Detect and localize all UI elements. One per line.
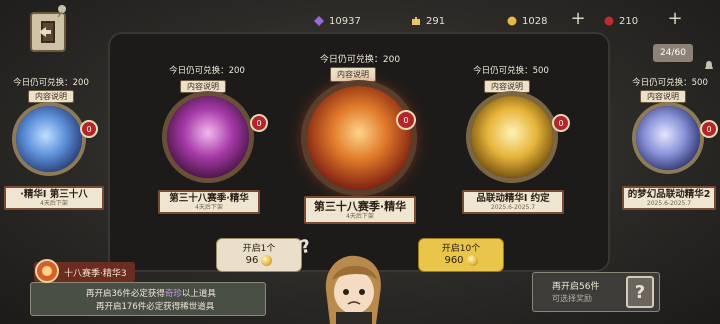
card-ribbon: 品联动精华I 约定 2025.6-2025.7 — [462, 190, 564, 214]
card-quota: 今日仍可兑换：500 — [473, 66, 549, 76]
card-quota: 今日仍可兑换：200 — [169, 66, 245, 76]
resource-puzzle: 291 — [411, 13, 445, 29]
count-badge: 0 — [250, 114, 268, 132]
selectable-reward-label: 可选择奖励 — [552, 294, 592, 303]
resource-purple-gem: 10937 — [314, 13, 361, 29]
essence-medal-image[interactable] — [307, 86, 411, 190]
character-portrait-image[interactable] — [318, 250, 388, 324]
card-ribbon: 第三十八赛季·精华 4天后下架 — [158, 190, 260, 214]
open-one-button[interactable]: 开启1个 96 — [216, 238, 302, 272]
card-title: ·精华I 第三十八 — [20, 188, 88, 200]
card-title: 品联动精华I 约定 — [476, 192, 550, 204]
purple-gem-icon — [314, 16, 324, 26]
bell-icon[interactable] — [703, 60, 715, 72]
guarantee-line-1-suffix: 以上道具 — [181, 289, 216, 299]
gold-coin-icon — [507, 16, 517, 26]
open-one-cost: 96 — [245, 254, 259, 266]
card-ribbon: 第三十八赛季·精华 4天后下架 — [304, 196, 416, 224]
essence-medal-image[interactable] — [16, 106, 82, 172]
resource-value: 10937 — [329, 15, 361, 27]
count-badge: 0 — [700, 120, 718, 138]
add-red-gem-button[interactable]: + — [667, 10, 683, 28]
card-subtitle: 4天后下架 — [195, 203, 223, 211]
card-subtitle: 4天后下架 — [346, 212, 374, 220]
back-button[interactable] — [30, 12, 66, 52]
mystery-reward-icon[interactable]: ? — [626, 276, 654, 308]
add-gold-button[interactable]: + — [570, 10, 586, 28]
card-title: 第三十八赛季·精华 — [169, 192, 249, 204]
essence-thumbnail-icon — [35, 259, 59, 283]
pin-icon — [57, 5, 66, 18]
gold-coin-icon — [261, 255, 273, 266]
content-info-button[interactable]: 内容说明 — [640, 90, 686, 103]
content-info-button[interactable]: 内容说明 — [330, 67, 376, 82]
card-ribbon: 的梦幻品联动精华2 2025.6-2025.7 — [622, 186, 716, 210]
card-subtitle: 2025.6-2025.7 — [490, 203, 536, 211]
essence-medal-image[interactable] — [471, 96, 553, 178]
gold-coin-icon — [466, 255, 478, 266]
card-quota: 今日仍可兑换：500 — [632, 78, 708, 88]
essence-medal-image[interactable] — [636, 106, 700, 170]
guarantee-line-1: 再开启36件必定获得奇珍以上道具 — [86, 287, 216, 299]
content-info-button[interactable]: 内容说明 — [28, 90, 74, 103]
card-title: 的梦幻品联动精华2 — [627, 188, 711, 200]
rarity-highlight: 奇珍 — [164, 289, 182, 299]
puzzle-piece-icon — [412, 17, 420, 25]
card-quota: 今日仍可兑换：200 — [13, 78, 89, 88]
open-ten-cost: 960 — [444, 254, 464, 266]
open-ten-button[interactable]: 开启10个 960 — [418, 238, 504, 272]
selectable-reward-count: 再开启56件 — [552, 282, 600, 292]
open-ten-label: 开启10个 — [441, 243, 481, 254]
guarantee-line-2: 再开启176件必定获得稀世道具 — [96, 302, 215, 312]
collection-counter: 24/60 — [653, 44, 693, 62]
resource-gold-coin: 1028 — [507, 13, 547, 29]
count-badge: 0 — [396, 110, 416, 130]
red-gem-icon — [604, 16, 614, 26]
resource-value: 291 — [426, 15, 446, 27]
guarantee-line-1-prefix: 再开启36件必定获得 — [86, 289, 165, 299]
card-ribbon: ·精华I 第三十八 4天后下架 — [4, 186, 104, 210]
open-one-label: 开启1个 — [242, 243, 276, 254]
exit-door-icon — [39, 21, 55, 43]
count-badge: 0 — [552, 114, 570, 132]
resource-value: 1028 — [522, 15, 548, 27]
content-info-button[interactable]: 内容说明 — [484, 80, 530, 93]
resource-value: 210 — [619, 15, 639, 27]
resource-red-gem: 210 — [604, 13, 638, 29]
content-info-button[interactable]: 内容说明 — [180, 80, 226, 93]
card-quota: 今日仍可兑换：200 — [319, 55, 401, 65]
current-essence-label: 十八赛季·精华3 — [64, 268, 127, 279]
essence-medal-image[interactable] — [167, 96, 249, 178]
count-badge: 0 — [80, 120, 98, 138]
card-title: 第三十八赛季·精华 — [313, 199, 407, 213]
card-subtitle: 4天后下架 — [40, 199, 68, 207]
card-subtitle: 2025.6-2025.7 — [646, 199, 692, 207]
